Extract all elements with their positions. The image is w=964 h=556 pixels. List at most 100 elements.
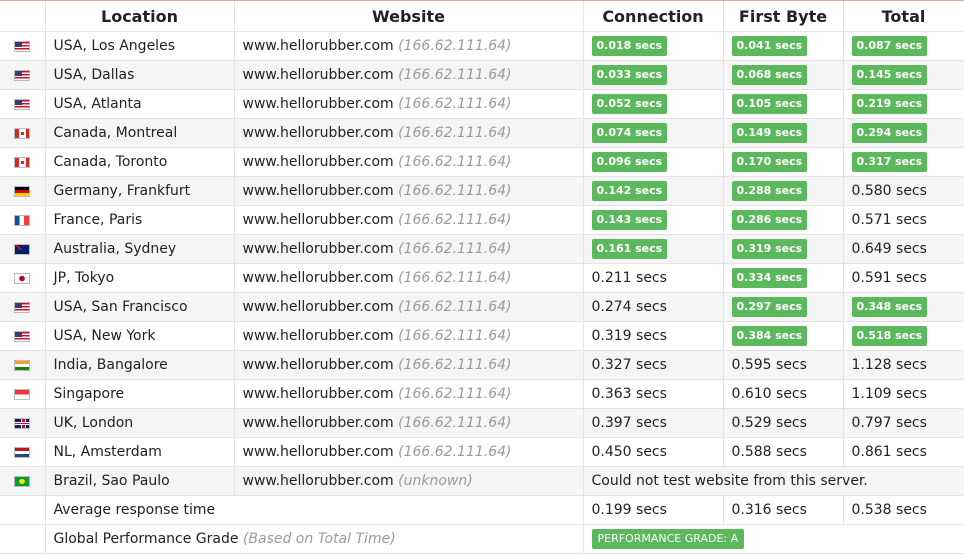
table-row: NL, Amsterdam www.hellorubber.com (166.62… — [0, 437, 964, 467]
website-cell: www.hellorubber.com (166.62.111.64) — [234, 176, 584, 206]
website-url: www.hellorubber.com — [242, 415, 394, 431]
timing-badge: 0.286 secs — [731, 210, 808, 230]
location-cell: UK, London — [45, 408, 235, 438]
table-row: France, Paris www.hellorubber.com (166.62… — [0, 205, 964, 235]
first-byte-cell: 0.041 secs — [723, 31, 844, 61]
timing-badge: 0.087 secs — [851, 36, 928, 56]
timing-badge: 0.161 secs — [591, 239, 668, 259]
website-cell: www.hellorubber.com (166.62.111.64) — [234, 437, 584, 467]
timing-badge: 0.518 secs — [851, 326, 928, 346]
website-url: www.hellorubber.com — [242, 96, 394, 112]
location-cell: USA, Dallas — [45, 60, 235, 90]
timing-badge: 0.041 secs — [731, 36, 808, 56]
total-cell: 0.797 secs — [843, 408, 964, 438]
first-byte-cell: 0.105 secs — [723, 89, 844, 119]
table-row: UK, London www.hellorubber.com (166.62.11… — [0, 408, 964, 438]
table-row: USA, Atlanta www.hellorubber.com (166.62.… — [0, 89, 964, 119]
website-cell: www.hellorubber.com (166.62.111.64) — [234, 205, 584, 235]
header-flag — [0, 1, 46, 32]
connection-cell: 0.397 secs — [583, 408, 724, 438]
timing-value: 0.274 secs — [591, 299, 667, 315]
flag-cell — [0, 408, 46, 438]
timing-value: 0.397 secs — [591, 415, 667, 431]
average-row: Average response time 0.199 secs 0.316 s… — [0, 495, 964, 525]
timing-value: 0.610 secs — [731, 386, 807, 402]
table-row: USA, Dallas www.hellorubber.com (166.62.1… — [0, 60, 964, 90]
us-flag-icon — [14, 330, 31, 342]
connection-cell: 0.274 secs — [583, 292, 724, 322]
table-row: USA, San Francisco www.hellorubber.com (1… — [0, 292, 964, 322]
timing-badge: 0.294 secs — [851, 123, 928, 143]
timing-value: 0.529 secs — [731, 415, 807, 431]
results-panel: Location Website Connection First Byte T… — [0, 0, 964, 556]
average-connection: 0.199 secs — [583, 495, 724, 525]
timing-value: 0.363 secs — [591, 386, 667, 402]
timing-badge: 0.033 secs — [591, 65, 668, 85]
first-byte-cell: 0.384 secs — [723, 321, 844, 351]
timing-badge: 0.334 secs — [731, 268, 808, 288]
location-cell: India, Bangalore — [45, 350, 235, 380]
website-ip: (166.62.111.64) — [398, 154, 512, 170]
flag-cell — [0, 263, 46, 293]
total-cell: 0.087 secs — [843, 31, 964, 61]
timing-badge: 0.219 secs — [851, 94, 928, 114]
table-row: JP, Tokyo www.hellorubber.com (166.62.111… — [0, 263, 964, 293]
timing-value: 0.319 secs — [591, 328, 667, 344]
results-table: Location Website Connection First Byte T… — [0, 1, 964, 554]
table-row: India, Bangalore www.hellorubber.com (166… — [0, 350, 964, 380]
timing-value: 0.797 secs — [851, 415, 927, 431]
timing-value: 0.571 secs — [851, 212, 927, 228]
website-ip: (166.62.111.64) — [398, 38, 512, 54]
first-byte-cell: 0.588 secs — [723, 437, 844, 467]
australia-flag-icon — [14, 243, 31, 255]
flag-cell — [0, 321, 46, 351]
first-byte-cell: 0.149 secs — [723, 118, 844, 148]
website-ip: (166.62.111.64) — [398, 444, 512, 460]
website-ip: (166.62.111.64) — [398, 328, 512, 344]
average-first-byte: 0.316 secs — [723, 495, 844, 525]
website-url: www.hellorubber.com — [242, 473, 394, 489]
table-row: Germany, Frankfurt www.hellorubber.com (1… — [0, 176, 964, 206]
timing-value: 0.211 secs — [591, 270, 667, 286]
flag-cell — [0, 379, 46, 409]
website-cell: www.hellorubber.com (166.62.111.64) — [234, 350, 584, 380]
timing-value: 0.450 secs — [591, 444, 667, 460]
connection-cell: 0.018 secs — [583, 31, 724, 61]
location-cell: USA, Los Angeles — [45, 31, 235, 61]
timing-badge: 0.288 secs — [731, 181, 808, 201]
header-first-byte: First Byte — [723, 1, 844, 32]
website-cell: www.hellorubber.com (166.62.111.64) — [234, 263, 584, 293]
japan-flag-icon — [14, 272, 31, 284]
total-cell: 0.649 secs — [843, 234, 964, 264]
header-connection: Connection — [583, 1, 724, 32]
timing-badge: 0.317 secs — [851, 152, 928, 172]
website-ip: (166.62.111.64) — [398, 386, 512, 402]
location-cell: Australia, Sydney — [45, 234, 235, 264]
location-cell: USA, San Francisco — [45, 292, 235, 322]
location-cell: Canada, Toronto — [45, 147, 235, 177]
us-flag-icon — [14, 98, 31, 110]
connection-cell: 0.074 secs — [583, 118, 724, 148]
table-row: Singapore www.hellorubber.com (166.62.111… — [0, 379, 964, 409]
grade-badge-cell: PERFORMANCE GRADE: A — [583, 524, 964, 554]
website-ip: (166.62.111.64) — [398, 357, 512, 373]
table-row: Brazil, Sao Paulo www.hellorubber.com (un… — [0, 466, 964, 496]
website-url: www.hellorubber.com — [242, 241, 394, 257]
website-ip: (166.62.111.64) — [398, 96, 512, 112]
website-url: www.hellorubber.com — [242, 328, 394, 344]
header-location: Location — [45, 1, 235, 32]
timing-value: 0.588 secs — [731, 444, 807, 460]
timing-badge: 0.142 secs — [591, 181, 668, 201]
connection-cell: 0.450 secs — [583, 437, 724, 467]
canada-flag-icon — [14, 127, 31, 139]
first-byte-cell: 0.288 secs — [723, 176, 844, 206]
website-url: www.hellorubber.com — [242, 444, 394, 460]
total-cell: 0.145 secs — [843, 60, 964, 90]
timing-badge: 0.145 secs — [851, 65, 928, 85]
india-flag-icon — [14, 359, 31, 371]
website-url: www.hellorubber.com — [242, 38, 394, 54]
flag-cell — [0, 31, 46, 61]
first-byte-cell: 0.334 secs — [723, 263, 844, 293]
timing-value: 0.580 secs — [851, 183, 927, 199]
location-cell: Brazil, Sao Paulo — [45, 466, 235, 496]
